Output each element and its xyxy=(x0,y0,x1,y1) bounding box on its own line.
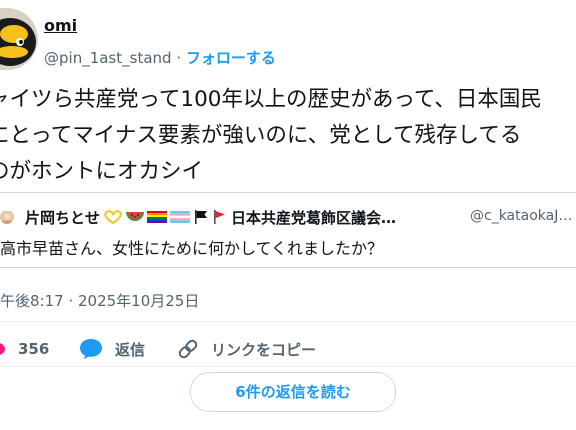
copy-link-button[interactable]: リンクをコピー xyxy=(177,336,316,362)
author-handle-line: @pin_1ast_stand · フォローする xyxy=(44,47,276,68)
copy-link-label: リンクをコピー xyxy=(211,340,317,359)
divider xyxy=(0,366,576,367)
quote-author-name: 片岡ちとせ 日本共産党葛飾区議会… xyxy=(25,206,396,228)
rainbow-flag-emoji xyxy=(147,211,168,223)
speech-bubble-icon xyxy=(80,339,102,359)
author-name[interactable]: omi xyxy=(44,16,77,35)
divider xyxy=(0,321,576,322)
handle-separator: · xyxy=(171,49,186,67)
follow-button[interactable]: フォローする xyxy=(186,49,276,67)
red-flag-emoji xyxy=(214,210,226,224)
transgender-flag-emoji xyxy=(170,211,191,223)
link-icon xyxy=(178,339,198,359)
like-count: 356 xyxy=(18,340,50,358)
watermelon-emoji xyxy=(126,211,145,221)
tweet-line: ャイツら共産党って100年以上の歴史があって、日本国民 xyxy=(0,87,542,112)
heart-hands-emoji xyxy=(104,210,122,224)
reply-label: 返信 xyxy=(115,340,146,359)
tweet-timestamp[interactable]: 午後8:17 · 2025年10月25日 xyxy=(0,290,199,311)
read-replies-button[interactable]: 6件の返信を読む xyxy=(190,372,396,412)
author-handle[interactable]: @pin_1ast_stand xyxy=(44,49,172,67)
quote-tweet-text: 高市早苗さん、女性にために何かしてくれましたか？ xyxy=(0,239,384,258)
quote-author-affiliation: 日本共産党葛飾区議会… xyxy=(231,208,397,227)
tweet-text: ャイツら共産党って100年以上の歴史があって、日本国民 にとってマイナス要素が強… xyxy=(0,82,576,190)
quote-author-name-text: 片岡ちとせ xyxy=(25,208,101,227)
heart-icon xyxy=(0,343,5,355)
tweet-line: のがホントにオカシイ xyxy=(0,159,204,184)
reply-button[interactable]: 返信 xyxy=(79,336,145,362)
tweet-line: にとってマイナス要素が強いのに、党として残存してる xyxy=(0,123,522,148)
like-button[interactable]: 356 xyxy=(0,336,49,362)
quote-author-avatar xyxy=(0,210,14,224)
black-flag-emoji xyxy=(195,210,208,224)
author-avatar[interactable] xyxy=(0,8,38,70)
quote-author-handle: @c_kataokaJ… xyxy=(470,208,573,224)
